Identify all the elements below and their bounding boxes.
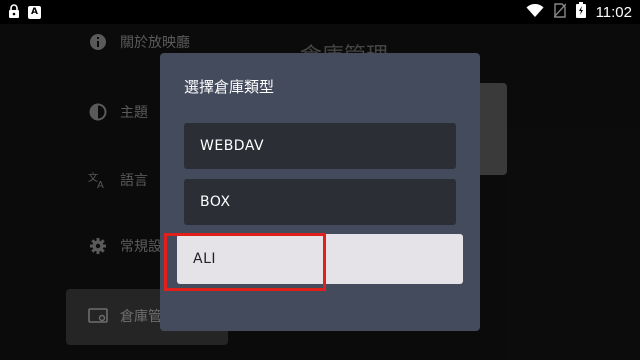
a-icon: A bbox=[28, 5, 41, 19]
status-bar: A 11:02 bbox=[0, 0, 640, 24]
option-label: WEBDAV bbox=[200, 138, 265, 154]
no-sim-icon bbox=[553, 2, 567, 22]
annotation-highlight-box bbox=[164, 233, 326, 291]
option-box[interactable]: BOX bbox=[184, 179, 456, 225]
option-label: BOX bbox=[200, 194, 231, 210]
clock: 11:02 bbox=[595, 3, 632, 21]
option-webdav[interactable]: WEBDAV bbox=[184, 123, 456, 169]
lock-icon bbox=[8, 3, 20, 22]
dialog-title: 選擇倉庫類型 bbox=[184, 78, 275, 96]
battery-charging-icon bbox=[575, 2, 586, 22]
wifi-icon bbox=[526, 3, 544, 22]
